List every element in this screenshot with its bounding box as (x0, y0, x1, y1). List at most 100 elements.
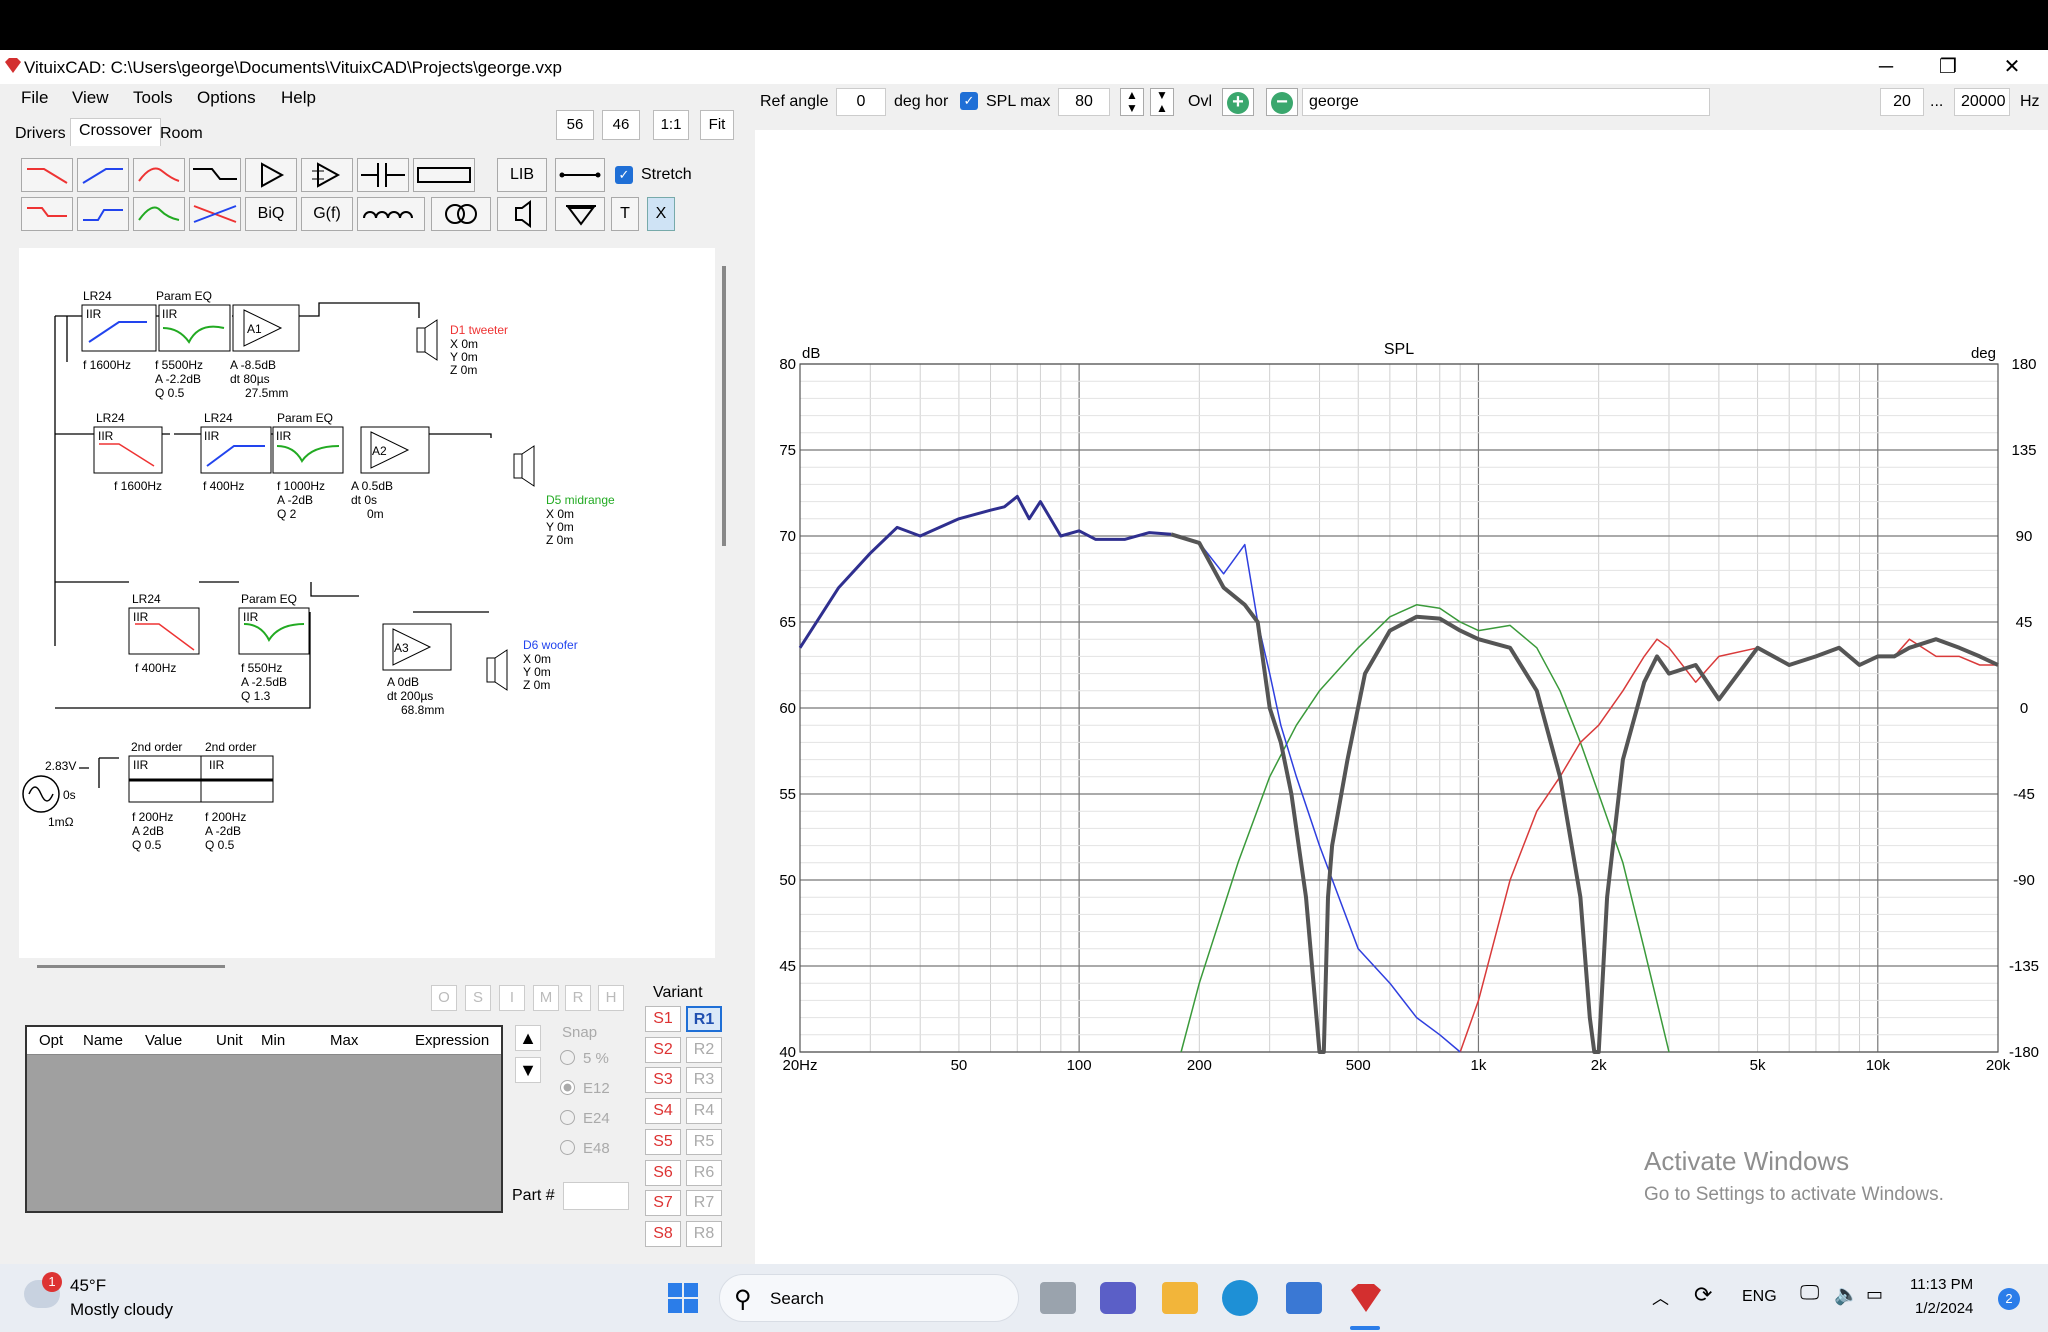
opt-r-button[interactable]: R (565, 985, 591, 1011)
variant-s2-button[interactable]: S2 (645, 1036, 681, 1063)
freq-min-input[interactable]: 20 (1880, 88, 1924, 116)
snap-option-e24[interactable]: E24 (560, 1110, 610, 1127)
spl-max-input[interactable]: 80 (1058, 88, 1110, 116)
variant-r7-button[interactable]: R7 (686, 1190, 722, 1217)
stretch-checkbox[interactable]: ✓ (615, 166, 633, 184)
part-number-input[interactable] (563, 1182, 629, 1210)
snap-option-5pct[interactable]: 5 % (560, 1050, 609, 1067)
spl-range-icon[interactable]: ▼ ▲ (1150, 88, 1174, 116)
lowpass-tool-button[interactable] (21, 158, 73, 192)
move-up-button[interactable]: ▲ (515, 1025, 541, 1051)
allpass-tool-button[interactable] (189, 197, 241, 231)
capacitor-tool-button[interactable] (357, 158, 409, 192)
peak-tool-button[interactable] (133, 158, 185, 192)
spl-max-checkbox[interactable]: ✓ (960, 92, 978, 110)
menu-file[interactable]: File (21, 88, 48, 108)
freq-max-input[interactable]: 20000 (1954, 88, 2010, 116)
tab-drivers[interactable]: Drivers (15, 122, 66, 146)
variant-s4-button[interactable]: S4 (645, 1098, 681, 1125)
file-explorer-icon[interactable] (1162, 1282, 1198, 1314)
snap-option-e12[interactable]: E12 (560, 1080, 610, 1097)
notch-tool-button[interactable] (133, 197, 185, 231)
opt-h-button[interactable]: H (598, 985, 624, 1011)
store-icon[interactable] (1286, 1282, 1322, 1314)
variant-s6-button[interactable]: S6 (645, 1159, 681, 1186)
resistor-tool-button[interactable] (413, 158, 475, 192)
battery-icon[interactable]: ▭ (1866, 1284, 1883, 1305)
crossover-schematic[interactable]: LR24 Param EQ IIR IIR A1 f 1600Hz f 5500… (19, 248, 715, 958)
maximize-button[interactable]: ❐ (1922, 52, 1974, 82)
taskbar-search[interactable]: ⚲ Search (719, 1274, 1019, 1322)
variant-r8-button[interactable]: R8 (686, 1220, 722, 1247)
wire-tool-button[interactable] (555, 158, 605, 192)
snap-option-e48[interactable]: E48 (560, 1140, 610, 1157)
minimize-button[interactable]: ─ (1860, 52, 1912, 82)
opt-o-button[interactable]: O (431, 985, 457, 1011)
mid-highpass-block[interactable]: IIR (200, 426, 272, 474)
inductor-tool-button[interactable] (357, 197, 425, 231)
clock-time[interactable]: 11:13 PM (1910, 1276, 1973, 1293)
delete-tool-button[interactable]: X (647, 197, 675, 231)
transformer-tool-button[interactable] (431, 197, 491, 231)
ref-angle-input[interactable]: 0 (836, 88, 886, 116)
menu-help[interactable]: Help (281, 88, 316, 108)
add-overlay-button[interactable]: + (1222, 88, 1254, 116)
tweeter-driver[interactable] (416, 319, 438, 361)
fit-button[interactable]: Fit (700, 110, 734, 140)
opt-m-button[interactable]: M (533, 985, 559, 1011)
tab-room[interactable]: Room (160, 122, 203, 146)
notification-badge[interactable]: 2 (1998, 1288, 2020, 1310)
clock-date[interactable]: 1/2/2024 (1915, 1300, 1973, 1317)
variant-s8-button[interactable]: S8 (645, 1220, 681, 1247)
scale-56-button[interactable]: 56 (556, 110, 594, 140)
opt-i-button[interactable]: I (499, 985, 525, 1011)
sync-icon[interactable]: ⟳ (1694, 1282, 1712, 1308)
spl-chart[interactable]: SPL dB deg 80 180 75 135 70 90 65 45 60 0 55 -45 50 -90 4… (755, 130, 2048, 1290)
menu-options[interactable]: Options (197, 88, 256, 108)
language-indicator[interactable]: ENG (1742, 1288, 1777, 1306)
mid-amp-block[interactable]: A2 (360, 426, 430, 474)
variant-r4-button[interactable]: R4 (686, 1098, 722, 1125)
highpass-tool-button[interactable] (77, 158, 129, 192)
variant-r6-button[interactable]: R6 (686, 1159, 722, 1186)
volume-icon[interactable]: 🔈 (1834, 1282, 1859, 1307)
opt-s-button[interactable]: S (465, 985, 491, 1011)
transfer-function-button[interactable]: G(f) (301, 197, 353, 231)
start-icon[interactable] (667, 1282, 699, 1314)
network-icon[interactable]: 🖵 (1800, 1282, 1819, 1305)
teams-icon[interactable] (1100, 1282, 1136, 1314)
variant-r3-button[interactable]: R3 (686, 1067, 722, 1094)
library-button[interactable]: LIB (497, 158, 547, 192)
chevron-up-icon[interactable]: ︿ (1652, 1284, 1669, 1309)
menu-tools[interactable]: Tools (133, 88, 173, 108)
buffer-tool-button[interactable] (245, 158, 297, 192)
driver-tool-button[interactable] (497, 197, 547, 231)
scale-1to1-button[interactable]: 1:1 (653, 110, 689, 140)
amplifier-tool-button[interactable] (301, 158, 353, 192)
variant-s1-button[interactable]: S1 (645, 1006, 681, 1032)
variant-r5-button[interactable]: R5 (686, 1128, 722, 1155)
highpass2-tool-button[interactable] (77, 197, 129, 231)
schematic-vscrollbar[interactable] (722, 266, 726, 546)
tweeter-amp-block[interactable]: A1 (232, 304, 300, 352)
midrange-driver[interactable] (513, 445, 535, 487)
woofer-driver[interactable] (486, 649, 508, 691)
mid-peq-block[interactable]: IIR (272, 426, 344, 474)
mid-lowpass-block[interactable]: IIR (93, 426, 163, 474)
woofer-peq-block[interactable]: IIR (238, 607, 310, 655)
woofer-amp-block[interactable]: A3 (382, 623, 452, 671)
woofer-lowpass-block[interactable]: IIR (128, 607, 200, 655)
parameters-table[interactable]: Opt Name Value Unit Min Max Expression (25, 1025, 503, 1213)
lowpass2-tool-button[interactable] (21, 197, 73, 231)
variant-s3-button[interactable]: S3 (645, 1067, 681, 1094)
task-view-icon[interactable] (1040, 1282, 1076, 1314)
schematic-hscrollbar[interactable] (37, 965, 225, 968)
shelf-tool-button[interactable] (189, 158, 241, 192)
vituixcad-taskbar-icon[interactable] (1348, 1282, 1384, 1314)
ground-tool-button[interactable] (555, 197, 605, 231)
shelf1-block[interactable]: IIR (128, 755, 202, 803)
variant-r1-button[interactable]: R1 (686, 1006, 722, 1032)
close-button[interactable]: ✕ (1986, 52, 2038, 82)
tweeter-highpass-block[interactable]: IIR (81, 304, 157, 352)
remove-overlay-button[interactable]: − (1266, 88, 1298, 116)
